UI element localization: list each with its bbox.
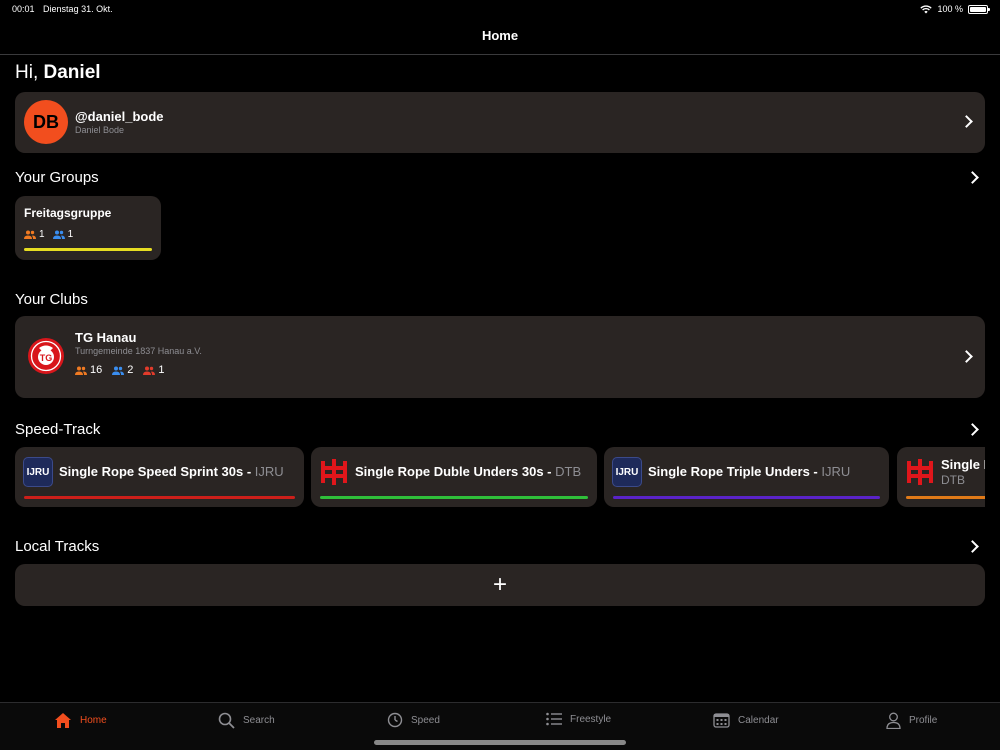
ijru-logo-icon: IJRU (612, 457, 642, 487)
tab-label: Home (80, 715, 107, 726)
track-org: IJRU (254, 464, 284, 479)
groups-section-title: Your Groups (15, 169, 99, 186)
speed-track-card[interactable]: IJRU Single Rope Triple Unders - IJRU (604, 447, 889, 507)
tab-speed[interactable]: Speed (387, 712, 440, 728)
house-icon (55, 713, 71, 728)
local-tracks-chevron-right-icon[interactable] (966, 540, 979, 553)
speed-track-card[interactable]: Single Rope Duble Unders 30s - DTB (311, 447, 597, 507)
greeting: Hi, Daniel (15, 62, 101, 84)
list-icon (546, 712, 562, 726)
tab-freestyle[interactable]: Freestyle (546, 712, 611, 726)
track-title: Single Rope Speed Sprint 30s - (59, 464, 255, 479)
track-org: IJRU (821, 464, 851, 479)
group-name: Freitagsgruppe (24, 206, 112, 220)
track-color-bar (24, 496, 295, 499)
track-org: DTB (555, 464, 582, 479)
club-athlete-count: 16 (90, 364, 103, 376)
clubs-section-title: Your Clubs (15, 291, 88, 308)
club-full-name: Turngemeinde 1837 Hanau a.V. (75, 346, 202, 356)
tab-search[interactable]: Search (218, 712, 275, 729)
group-athlete-count: 1 (39, 229, 45, 240)
status-time: 00:01 (12, 4, 35, 14)
chevron-right-icon (960, 350, 973, 363)
stopwatch-icon (387, 712, 403, 728)
greeting-name: Daniel (43, 62, 101, 83)
dtb-logo-icon (907, 459, 933, 485)
track-color-bar (320, 496, 588, 499)
profile-card[interactable]: DB @daniel_bode Daniel Bode (15, 92, 985, 153)
dtb-logo-icon (321, 459, 347, 485)
tab-label: Profile (909, 715, 938, 726)
groups-chevron-right-icon[interactable] (966, 171, 979, 184)
club-logo-icon: TG (28, 338, 64, 374)
page-title: Home (481, 28, 519, 43)
profile-name: Daniel Bode (75, 125, 125, 135)
track-color-bar (906, 496, 985, 499)
plus-icon: + (492, 571, 507, 598)
group-coach-count: 1 (67, 229, 74, 240)
track-color-bar (613, 496, 880, 499)
tab-label: Speed (411, 714, 440, 726)
club-name: TG Hanau (75, 330, 137, 345)
tab-label: Calendar (738, 714, 779, 726)
profile-handle: @daniel_bode (75, 109, 164, 124)
speed-track-card[interactable]: Single Rope DTB (897, 447, 985, 507)
tab-home[interactable]: Home (54, 712, 107, 729)
chevron-right-icon (960, 115, 973, 128)
local-tracks-section-title: Local Tracks (15, 538, 100, 555)
magnifier-icon (218, 712, 235, 729)
home-indicator (374, 740, 626, 745)
coaches-icon (52, 230, 65, 239)
track-org: DTB (941, 473, 965, 487)
speed-track-carousel[interactable]: IJRU Single Rope Speed Sprint 30s - IJRU… (15, 447, 985, 507)
group-card[interactable]: Freitagsgruppe 1 1 (15, 196, 161, 260)
group-color-bar (24, 248, 152, 251)
add-local-track-button[interactable]: + (15, 564, 985, 606)
track-title: Single Rope Duble Unders 30s - (355, 464, 556, 479)
speed-track-card[interactable]: IJRU Single Rope Speed Sprint 30s - IJRU (15, 447, 304, 507)
club-admin-count: 1 (158, 364, 165, 376)
tab-calendar[interactable]: Calendar (713, 712, 779, 728)
greeting-prefix: Hi, (15, 62, 39, 83)
ijru-logo-icon: IJRU (23, 457, 53, 487)
athletes-icon (75, 366, 87, 375)
track-title: Single Rope (941, 457, 985, 472)
speed-track-section-title: Speed-Track (15, 421, 101, 438)
tab-profile[interactable]: Profile (886, 712, 937, 729)
wifi-icon (920, 4, 933, 13)
track-title: Single Rope Triple Unders - (648, 464, 822, 479)
svg-text:TG: TG (40, 353, 53, 363)
status-bar: 00:01 Dienstag 31. Okt. 100 % (0, 0, 1000, 20)
admins-icon (143, 366, 156, 375)
battery-icon (968, 4, 990, 14)
avatar: DB (24, 100, 68, 144)
battery-percent: 100 % (937, 4, 963, 14)
tab-label: Freestyle (570, 713, 612, 725)
navigation-bar: Home (0, 20, 1000, 55)
status-date: Dienstag 31. Okt. (43, 4, 113, 14)
speed-track-chevron-right-icon[interactable] (966, 423, 979, 436)
person-icon (886, 712, 901, 729)
coaches-icon (112, 366, 125, 375)
club-card[interactable]: TG TG Hanau Turngemeinde 1837 Hanau a.V.… (15, 316, 985, 398)
club-coach-count: 2 (127, 364, 134, 376)
tab-label: Search (243, 715, 275, 726)
athletes-icon (24, 230, 36, 239)
calendar-icon (713, 713, 730, 728)
